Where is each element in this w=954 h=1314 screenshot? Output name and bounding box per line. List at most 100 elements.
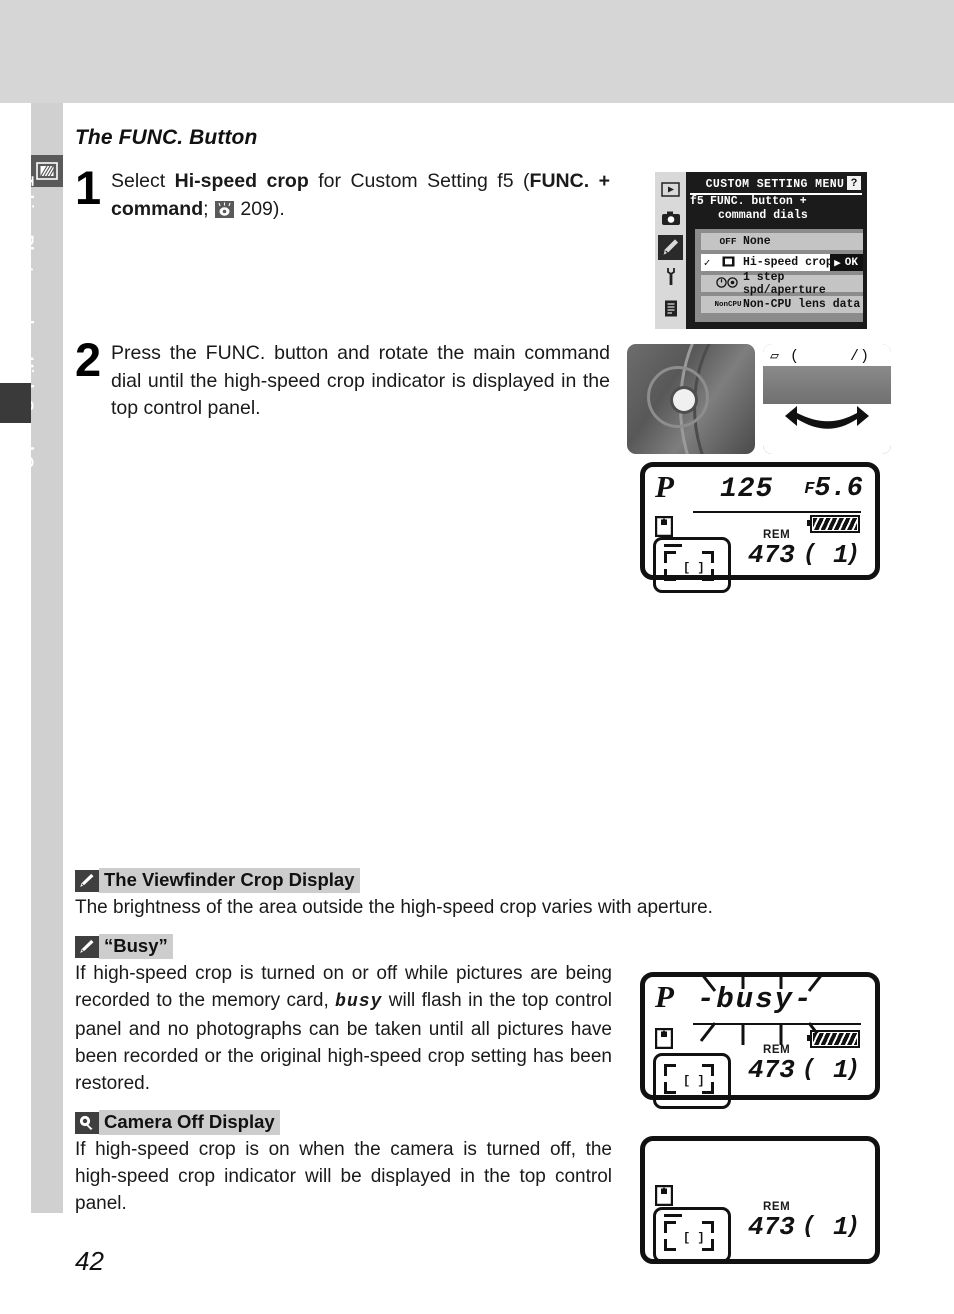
note-busy: “Busy” If high-speed crop is turned on o… [75, 934, 612, 1097]
pencil-note-icon [75, 869, 99, 892]
menu-row-non-cpu-lens-data[interactable]: NonCPU Non-CPU lens data [701, 296, 863, 313]
note-body: If high-speed crop is on when the camera… [75, 1139, 612, 1214]
magnifier-note-icon [75, 1111, 99, 1134]
page-title: The FUNC. Button [75, 126, 258, 149]
top-control-panel-lcd-camera-off: [ ] REM 473 ( 1 ) [640, 1136, 880, 1264]
menu-ok-text: OK [844, 256, 858, 269]
step-1-text-e: ; [203, 197, 214, 220]
step-1-text: Select Hi-speed crop for Custom Setting … [111, 168, 610, 223]
note-body: The brightness of the area outside the h… [75, 897, 713, 918]
rotate-arrow-icon [785, 406, 869, 429]
custom-setting-menu-screenshot: CUSTOM SETTING MENU ? f5 FUNC. button + c… [655, 172, 867, 329]
menu-row-label: Non-CPU lens data [743, 298, 861, 311]
busy-segment-glyph: busy [335, 992, 383, 1012]
menu-row-1-step-spd-aperture[interactable]: 1 step spd/aperture [701, 271, 863, 297]
shooting-menu-icon[interactable] [658, 206, 683, 231]
note-viewfinder-crop-display: The Viewfinder Crop Display The brightne… [75, 868, 890, 921]
crop-tick [664, 1214, 682, 1217]
buffer-paren-close: ) [846, 1056, 860, 1082]
step-1-text-f: 209). [234, 197, 285, 220]
note-title: The Viewfinder Crop Display [99, 868, 360, 893]
menu-setting-label: f5 FUNC. button + command dials [690, 195, 865, 223]
func-button-photo [627, 344, 755, 454]
menu-header-title: CUSTOM SETTING MENU [705, 178, 845, 191]
buffer-paren-close: ) [846, 1213, 860, 1239]
menu-setting-number: f5 [690, 195, 704, 208]
buffer-paren-open: ( [803, 541, 817, 567]
menu-row-check: ✓ [703, 257, 711, 270]
pencil-note-icon [75, 935, 99, 958]
step-2: 2 Press the FUNC. button and rotate the … [75, 336, 610, 423]
step-1: 1 Select Hi-speed crop for Custom Settin… [75, 164, 610, 223]
step-1-number: 1 [75, 161, 102, 214]
memory-card-icon [655, 1028, 673, 1049]
aperture-prefix: F [804, 480, 815, 499]
step-1-text-b: Hi-speed crop [174, 170, 309, 192]
playback-icon[interactable] [658, 177, 683, 202]
step-2-text: Press the FUNC. button and rotate the ma… [111, 342, 610, 419]
menu-row-tag: OFF [719, 236, 737, 247]
battery-indicator [807, 1030, 860, 1048]
help-badge[interactable]: ? [847, 176, 861, 190]
buffer-paren-close: ) [846, 541, 860, 567]
crop-frame: [ ] [664, 1221, 714, 1251]
crop-frame: [ ] [664, 551, 714, 581]
aperture-value: F5.6 [804, 474, 863, 504]
setup-wrench-icon[interactable] [658, 264, 683, 289]
crop-center-mark: [ ] [683, 1231, 705, 1245]
command-dial-photo: ▱ ( /) [763, 344, 891, 454]
shutter-aperture-icon [713, 277, 743, 290]
crop-center-mark: [ ] [683, 561, 705, 575]
func-button[interactable] [673, 389, 695, 411]
note-header: Camera Off Display [75, 1110, 612, 1135]
aperture-number: 5.6 [814, 474, 863, 504]
page-number: 42 [75, 1246, 104, 1276]
busy-message: -busy- [697, 983, 814, 1016]
crop-frame: [ ] [664, 1064, 714, 1094]
exposure-mode: P [655, 979, 674, 1014]
note-header: “Busy” [75, 934, 612, 959]
note-title: Camera Off Display [99, 1110, 280, 1135]
menu-icon-rail [655, 172, 686, 329]
menu-row-none[interactable]: OFF None [701, 233, 863, 250]
menu-row-label: None [743, 235, 771, 248]
lcd-divider [693, 511, 861, 513]
frames-remaining: 473 [748, 540, 795, 570]
frames-remaining: 473 [748, 1055, 795, 1085]
step-2-number: 2 [75, 333, 102, 386]
menu-row-hi-speed-crop[interactable]: ✓ Hi-speed crop ▶ OK [701, 254, 863, 271]
shutter-speed-value: 125 [720, 474, 774, 505]
note-body: If high-speed crop is turned on or off w… [75, 960, 612, 1097]
crop-tick [664, 544, 682, 547]
frames-remaining: 473 [748, 1212, 795, 1242]
high-speed-crop-indicator: [ ] [653, 1053, 731, 1109]
menu-main-area: CUSTOM SETTING MENU ? f5 FUNC. button + c… [686, 172, 867, 329]
high-speed-crop-indicator: [ ] [653, 1207, 731, 1263]
menu-row-label: 1 step spd/aperture [743, 270, 826, 297]
crop-icon [713, 256, 743, 269]
note-camera-off-display: Camera Off Display If high-speed crop is… [75, 1110, 612, 1217]
buffer-paren-open: ( [802, 1213, 816, 1239]
menu-ok-arrow: ▶ [834, 257, 841, 270]
top-lcd-strip: ▱ ( /) [763, 344, 891, 368]
note-header: The Viewfinder Crop Display [75, 868, 890, 893]
menu-ok-button[interactable]: ▶ OK [830, 254, 863, 271]
high-speed-crop-indicator: [ ] [653, 537, 731, 593]
memory-card-icon [655, 516, 673, 537]
menu-row-tag: NonCPU [714, 300, 742, 309]
buffer-paren-open: ( [802, 1056, 816, 1082]
page-reference-icon [214, 200, 234, 218]
memory-card-icon [655, 1185, 673, 1206]
note-title: “Busy” [99, 934, 173, 959]
arrow-backdrop [763, 404, 891, 454]
battery-indicator [807, 515, 860, 533]
recent-settings-icon[interactable] [658, 296, 683, 321]
step-1-text-a: Select [111, 170, 175, 192]
top-control-panel-lcd: P 125 F5.6 [ ] REM 473 ( 1 ) [640, 462, 880, 593]
menu-setting-line1: FUNC. button + [710, 195, 807, 208]
chapter-tab-marker [0, 383, 31, 423]
menu-options-panel: OFF None ✓ Hi-speed crop ▶ OK 1 step spd… [695, 229, 863, 322]
lcd-strip-digits: ▱ ( /) [770, 348, 871, 365]
custom-setting-pencil-icon[interactable] [658, 235, 683, 260]
menu-setting-line2: command dials [718, 209, 808, 222]
